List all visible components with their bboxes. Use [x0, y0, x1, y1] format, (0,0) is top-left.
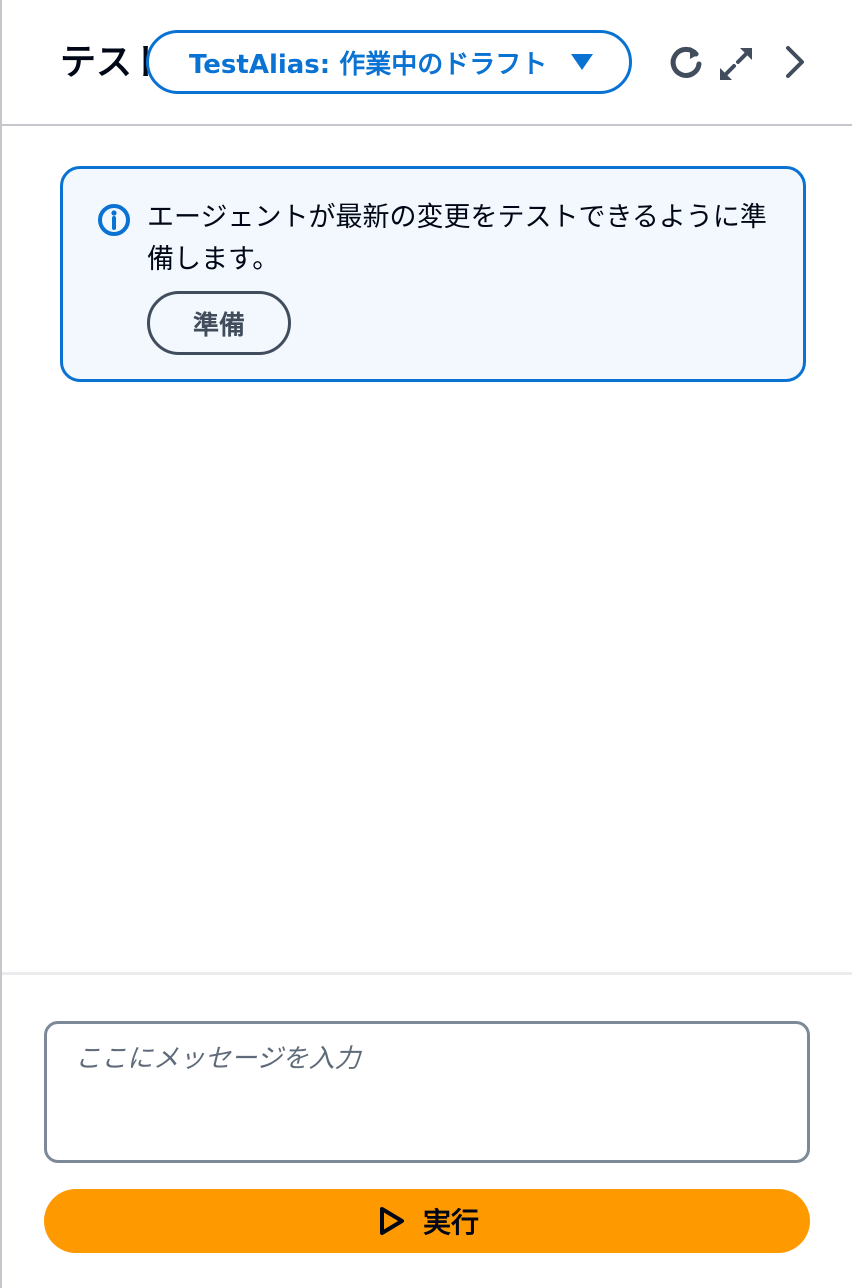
panel-header: テスト TestAlias: 作業中のドラフト	[2, 0, 852, 126]
alias-selector-label: TestAlias: 作業中のドラフト	[189, 49, 548, 80]
prepare-button[interactable]: 準備	[147, 291, 291, 355]
composer: 実行	[2, 972, 852, 1288]
message-input[interactable]	[44, 1021, 810, 1163]
run-button[interactable]: 実行	[44, 1189, 810, 1253]
test-panel: テスト TestAlias: 作業中のドラフト	[0, 0, 852, 1288]
panel-title: テスト	[60, 42, 150, 83]
info-icon	[97, 203, 131, 237]
run-button-label: 実行	[422, 1206, 479, 1239]
alert-message: エージェントが最新の変更をテストできるように準備します。	[147, 202, 767, 275]
chevron-right-icon[interactable]	[776, 42, 816, 82]
expand-icon[interactable]	[716, 44, 756, 84]
caret-down-icon	[571, 54, 593, 70]
alias-selector[interactable]: TestAlias: 作業中のドラフト	[146, 30, 632, 94]
prepare-info-alert: エージェントが最新の変更をテストできるように準備します。 準備	[60, 166, 806, 382]
play-icon	[375, 1205, 407, 1237]
refresh-icon[interactable]	[666, 42, 706, 82]
